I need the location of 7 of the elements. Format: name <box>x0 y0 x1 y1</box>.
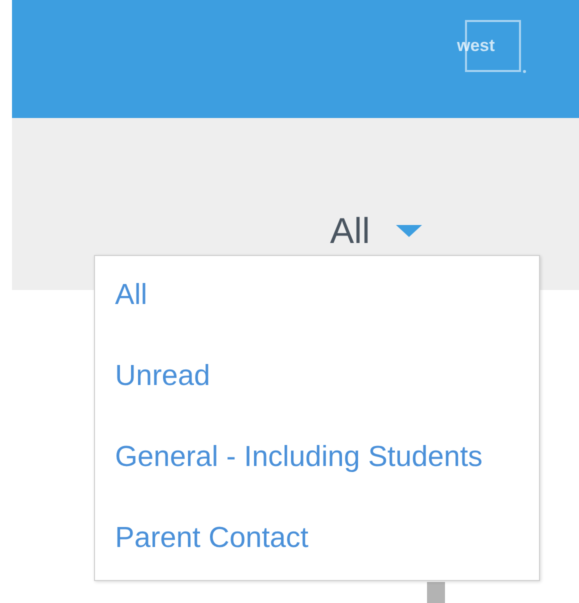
menu-item[interactable]: Unread <box>115 359 210 394</box>
menu-item[interactable]: Parent Contact <box>115 521 308 556</box>
scrollbar-thumb[interactable] <box>427 582 445 603</box>
menu-item[interactable]: General - Including Students <box>115 440 483 475</box>
filter-dropdown[interactable]: All <box>326 206 426 256</box>
caret-icon <box>396 225 422 237</box>
menu-item[interactable]: All <box>115 278 148 313</box>
